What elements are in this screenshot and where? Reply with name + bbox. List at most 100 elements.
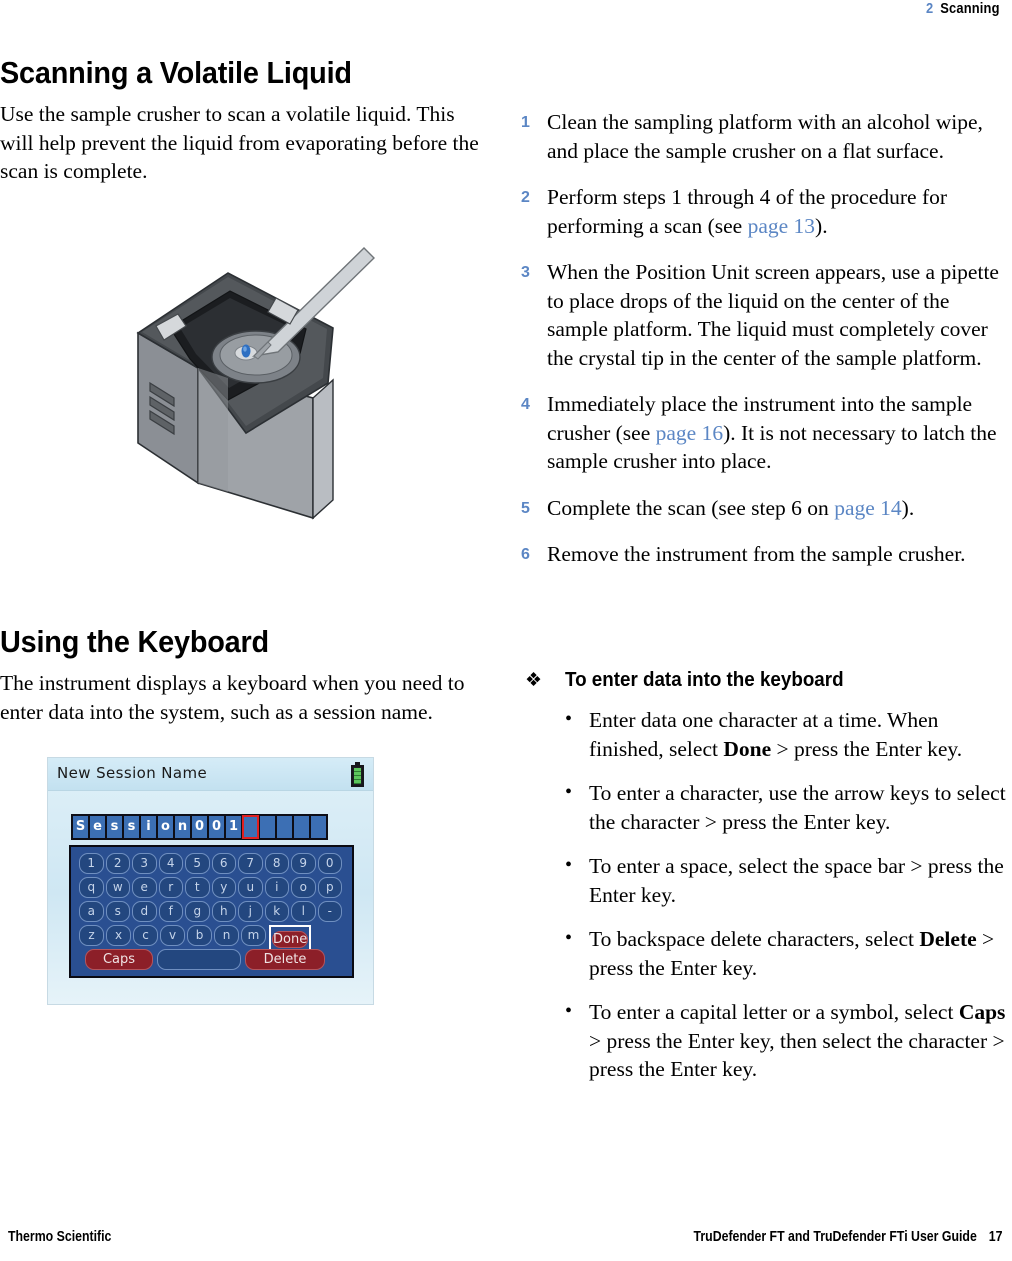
key-h[interactable]: h [211, 901, 236, 922]
screen-title: New Session Name [57, 764, 208, 782]
page-header: 2 Scanning [0, 0, 1012, 34]
key-3[interactable]: 3 [132, 853, 157, 874]
battery-full-icon [351, 762, 364, 787]
session-name-entry-field[interactable]: Session001 [71, 814, 328, 840]
step-text: Clean the sampling platform with an alco… [547, 110, 983, 163]
emphasis-text: Delete [919, 927, 977, 951]
entry-cell[interactable]: s [106, 815, 123, 839]
step-text: Perform steps 1 through 4 of the procedu… [547, 185, 947, 238]
header-text: 2 Scanning [926, 0, 1000, 17]
key-9[interactable]: 9 [291, 853, 316, 874]
text-run: When the Position Unit screen appears, u… [547, 260, 999, 370]
key-8[interactable]: 8 [264, 853, 289, 874]
key-0[interactable]: 0 [317, 853, 342, 874]
key-5[interactable]: 5 [185, 853, 210, 874]
bullet-item: • To backspace delete characters, select … [521, 925, 1012, 982]
key--[interactable]: - [317, 901, 342, 922]
entry-cell[interactable]: S [72, 815, 89, 839]
footer-right: TruDefender FT and TruDefender FTi User … [693, 1229, 1002, 1245]
key-u[interactable]: u [238, 877, 263, 898]
key-w[interactable]: w [105, 877, 130, 898]
key-space-bar[interactable] [157, 949, 241, 970]
key-j[interactable]: j [238, 901, 263, 922]
entry-cell[interactable]: 0 [208, 815, 225, 839]
key-y[interactable]: y [211, 877, 236, 898]
step-number: 1 [521, 114, 530, 131]
key-2[interactable]: 2 [105, 853, 130, 874]
entry-cell[interactable]: i [140, 815, 157, 839]
key-e[interactable]: e [132, 877, 157, 898]
entry-cell[interactable] [259, 815, 276, 839]
entry-cell[interactable]: 0 [191, 815, 208, 839]
key-7[interactable]: 7 [238, 853, 263, 874]
bullet-dot-icon: • [565, 927, 573, 949]
key-g[interactable]: g [185, 901, 210, 922]
keyboard-row-qwerty: qwertyuiop [79, 877, 344, 898]
numbered-steps-list: 1 Clean the sampling platform with an alc… [521, 108, 1012, 569]
battery-body [351, 765, 364, 787]
entry-cell[interactable] [310, 815, 327, 839]
step-item: 4 Immediately place the instrument into t… [521, 390, 1012, 476]
text-run: To enter a space, select the space bar >… [589, 854, 1004, 907]
key-q[interactable]: q [79, 877, 104, 898]
entry-cell[interactable]: 1 [225, 815, 242, 839]
key-d[interactable]: d [132, 901, 157, 922]
footer-brand: Thermo Scientific [8, 1229, 112, 1245]
cross-reference-link[interactable]: page 13 [748, 214, 815, 238]
header-chapter-number: 2 [926, 0, 934, 17]
keyboard-row-zxcv: zxcvbnm Done [79, 925, 344, 952]
cross-reference-link[interactable]: page 16 [656, 421, 723, 445]
step-item: 6 Remove the instrument from the sample c… [521, 540, 1012, 569]
bullet-text: To enter a space, select the space bar >… [589, 854, 1004, 907]
page-title: Scanning a Volatile Liquid [0, 55, 352, 90]
key-i[interactable]: i [264, 877, 289, 898]
on-screen-keyboard: 1234567890 qwertyuiop asdfghjkl- zxcvbnm… [69, 845, 354, 978]
sample-crusher-illustration [128, 228, 378, 523]
key-f[interactable]: f [158, 901, 183, 922]
key-m[interactable]: m [241, 925, 266, 946]
left-column: Scanning a Volatile Liquid Use the sampl… [0, 56, 490, 186]
section1-intro: Use the sample crusher to scan a volatil… [0, 102, 479, 183]
step-item: 2 Perform steps 1 through 4 of the proced… [521, 183, 1012, 240]
key-o[interactable]: o [291, 877, 316, 898]
procedure-heading: ❖ To enter data into the keyboard [521, 668, 1012, 692]
key-s[interactable]: s [105, 901, 130, 922]
entry-cell-cursor[interactable] [242, 815, 259, 839]
key-a[interactable]: a [79, 901, 104, 922]
key-1[interactable]: 1 [79, 853, 104, 874]
key-4[interactable]: 4 [158, 853, 183, 874]
key-c[interactable]: c [133, 925, 158, 946]
entry-cell[interactable] [276, 815, 293, 839]
key-b[interactable]: b [187, 925, 212, 946]
step-text: Remove the instrument from the sample cr… [547, 542, 966, 566]
right-column-procedure: ❖ To enter data into the keyboard • Enter… [521, 668, 1012, 1100]
key-x[interactable]: x [106, 925, 131, 946]
bullet-item: • To enter a character, use the arrow key… [521, 779, 1012, 836]
key-delete[interactable]: Delete [245, 949, 325, 970]
key-v[interactable]: v [160, 925, 185, 946]
key-p[interactable]: p [317, 877, 342, 898]
key-done[interactable]: Done [272, 931, 309, 948]
key-n[interactable]: n [214, 925, 239, 946]
entry-cell[interactable]: e [89, 815, 106, 839]
key-6[interactable]: 6 [211, 853, 236, 874]
entry-cell[interactable]: o [157, 815, 174, 839]
key-caps[interactable]: Caps [85, 949, 153, 970]
entry-cell[interactable]: s [123, 815, 140, 839]
right-column-steps: 1 Clean the sampling platform with an alc… [521, 108, 1012, 587]
key-k[interactable]: k [264, 901, 289, 922]
entry-cell[interactable]: n [174, 815, 191, 839]
key-z[interactable]: z [79, 925, 104, 946]
key-t[interactable]: t [185, 877, 210, 898]
step-item: 3 When the Position Unit screen appears, … [521, 258, 1012, 372]
entry-cell[interactable] [293, 815, 310, 839]
text-run: Complete the scan (see step 6 on [547, 495, 835, 520]
key-l[interactable]: l [291, 901, 316, 922]
step-text: Complete the scan (see step 6 on page 14… [547, 496, 914, 520]
key-r[interactable]: r [158, 877, 183, 898]
bullet-dot-icon: • [565, 781, 573, 803]
bullet-text: To enter a capital letter or a symbol, s… [589, 1000, 1005, 1081]
cross-reference-link[interactable]: page 14 [834, 496, 901, 520]
text-run: > press the Enter key, then select the c… [589, 1028, 1005, 1082]
step-text: Immediately place the instrument into th… [547, 392, 997, 473]
